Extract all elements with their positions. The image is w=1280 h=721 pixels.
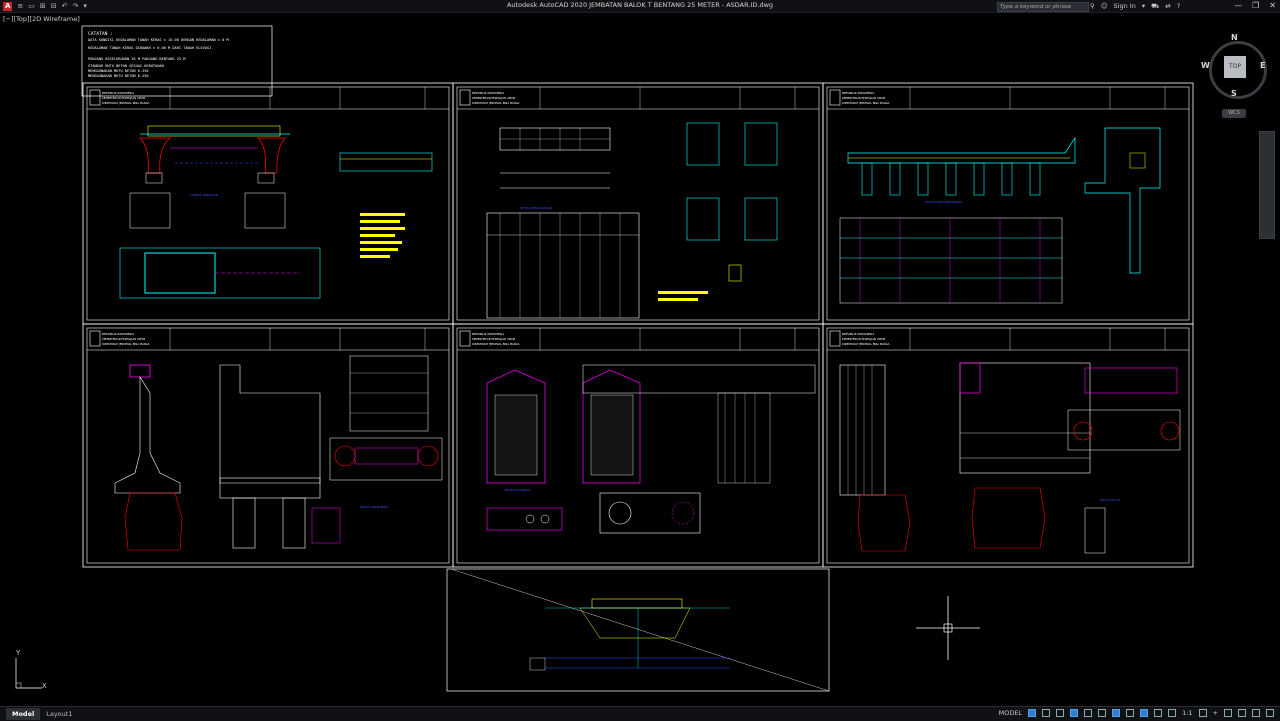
status-bar: Model Layout1 MODEL 1:1 + bbox=[0, 706, 1280, 721]
isolate-objects-icon[interactable] bbox=[1224, 709, 1232, 717]
exchange-icon[interactable]: ⇄ bbox=[1165, 2, 1170, 10]
drawing-caption: DETAIL ABUTMENT bbox=[360, 505, 388, 509]
ucs-x-label: X bbox=[42, 682, 47, 690]
drawing-caption: DETAIL PILAR bbox=[1100, 498, 1120, 502]
help-icon[interactable]: ? bbox=[1177, 2, 1180, 10]
ucs-icon: Y X bbox=[15, 649, 47, 690]
binoculars-icon[interactable]: ⚲ bbox=[1090, 2, 1095, 10]
sheet-org: REPUBLIK INDONESIA bbox=[472, 332, 505, 336]
sheet-org: REPUBLIK INDONESIA bbox=[842, 91, 875, 95]
sheet-org: DIREKTORAT JENDERAL BINA MARGA bbox=[842, 342, 890, 346]
notes-line: DATA KONDISI KEDALAMAN TANAH KERAS ± 10.… bbox=[88, 38, 229, 42]
window-controls: — ❐ ✕ bbox=[1234, 0, 1276, 12]
sheet-org: KEMENTERIAN PEKERJAAN UMUM bbox=[472, 96, 515, 100]
customization-menu-icon[interactable] bbox=[1266, 709, 1274, 717]
drawing-sheet-2: REPUBLIK INDONESIA KEMENTERIAN PEKERJAAN… bbox=[452, 82, 824, 325]
object-snap-icon[interactable] bbox=[1112, 709, 1121, 717]
restore-button[interactable]: ❐ bbox=[1252, 0, 1259, 12]
transparency-icon[interactable] bbox=[1140, 709, 1149, 717]
notes-box: CATATAN : DATA KONDISI KEDALAMAN TANAH K… bbox=[81, 25, 273, 97]
sheet-org: KEMENTERIAN PEKERJAAN UMUM bbox=[842, 337, 885, 341]
notes-line: MENGGUNAKAN MUTU BETON K-250 bbox=[88, 74, 149, 78]
tab-model[interactable]: Model bbox=[6, 708, 41, 720]
cart-icon[interactable]: ⛟ bbox=[1151, 2, 1159, 11]
close-button[interactable]: ✕ bbox=[1269, 0, 1276, 12]
sheet-org: KEMENTERIAN PEKERJAAN UMUM bbox=[842, 96, 885, 100]
notes-line: KEDALAMAN TANAH KERAS DIBAWAH ± 0.00 M D… bbox=[88, 46, 211, 50]
drawing-caption: DETAIL PONDASI bbox=[505, 488, 530, 492]
sheet-org: DIREKTORAT JENDERAL BINA MARGA bbox=[472, 342, 520, 346]
sheet-org: KEMENTERIAN PEKERJAAN UMUM bbox=[472, 337, 515, 341]
compass-east[interactable]: E bbox=[1260, 61, 1265, 70]
sheet-org: DIREKTORAT JENDERAL BINA MARGA bbox=[102, 101, 150, 105]
drawing-sheet-3: REPUBLIK INDONESIA KEMENTERIAN PEKERJAAN… bbox=[822, 82, 1194, 325]
drawing-caption: TAMPAK JEMBATAN bbox=[189, 193, 218, 197]
sheet-org: REPUBLIK INDONESIA bbox=[472, 91, 505, 95]
model-space-toggle[interactable]: MODEL bbox=[999, 708, 1022, 718]
isodraft-icon[interactable] bbox=[1084, 709, 1093, 717]
notes-line: STANDAR MUTU BETON SESUAI KEBUTUHAN bbox=[88, 64, 164, 68]
sign-in-link[interactable]: Sign In bbox=[1114, 2, 1136, 10]
sheet-org: DIREKTORAT JENDERAL BINA MARGA bbox=[472, 101, 520, 105]
profile-sheet bbox=[446, 568, 830, 692]
plus-icon[interactable]: + bbox=[1213, 708, 1218, 718]
drawing-sheet-5: REPUBLIK INDONESIA KEMENTERIAN PEKERJAAN… bbox=[452, 323, 824, 568]
wcs-menu[interactable]: WCS bbox=[1222, 109, 1246, 118]
sheet-org: REPUBLIK INDONESIA bbox=[102, 91, 135, 95]
title-bar: A ≡ ▭ ⊞ ⊟ ↶ ↷ ▾ Autodesk AutoCAD 2020 JE… bbox=[0, 0, 1280, 13]
sheet-org: REPUBLIK INDONESIA bbox=[842, 332, 875, 336]
minimize-button[interactable]: — bbox=[1234, 0, 1242, 12]
notes-heading: CATATAN : bbox=[88, 31, 113, 37]
sheet-org: REPUBLIK INDONESIA bbox=[102, 332, 135, 336]
chevron-down-icon[interactable]: ▾ bbox=[1142, 2, 1145, 10]
tab-layout1[interactable]: Layout1 bbox=[40, 708, 78, 720]
ortho-icon[interactable] bbox=[1056, 709, 1065, 717]
sheet-org: DIREKTORAT JENDERAL BINA MARGA bbox=[102, 342, 150, 346]
sheet-org: KEMENTERIAN PEKERJAAN UMUM bbox=[102, 337, 145, 341]
crosshair-cursor bbox=[916, 596, 980, 660]
selection-cycling-icon[interactable] bbox=[1154, 709, 1163, 717]
drawing-sheet-1: REPUBLIK INDONESIA KEMENTERIAN PEKERJAAN… bbox=[82, 82, 454, 325]
notes-line: MENGGUNAKAN MUTU BETON K-350 bbox=[88, 69, 149, 73]
compass-south[interactable]: S bbox=[1231, 89, 1237, 98]
clean-screen-icon[interactable] bbox=[1252, 709, 1260, 717]
navigation-bar[interactable] bbox=[1259, 131, 1275, 239]
titlebar-tools: ⚲ ☺ Sign In ▾ ⛟ ⇄ ? bbox=[1090, 1, 1180, 11]
search-input[interactable]: Type a keyword or phrase bbox=[997, 2, 1089, 12]
annotation-scale[interactable]: 1:1 bbox=[1182, 708, 1192, 718]
sheet-org: DIREKTORAT JENDERAL BINA MARGA bbox=[842, 101, 890, 105]
compass-west[interactable]: W bbox=[1201, 61, 1210, 70]
compass-north[interactable]: N bbox=[1231, 33, 1238, 42]
drawing-sheet-6: REPUBLIK INDONESIA KEMENTERIAN PEKERJAAN… bbox=[822, 323, 1194, 568]
viewport-label[interactable]: [−][Top][2D Wireframe] bbox=[3, 15, 80, 23]
notes-line: PANJANG KESELURUHAN 26 M PANJANG BENTANG… bbox=[88, 57, 186, 61]
user-icon[interactable]: ☺ bbox=[1101, 2, 1108, 10]
ucs-y-label: Y bbox=[15, 649, 21, 657]
drawing-caption: POTONGAN MEMANJANG bbox=[925, 200, 963, 204]
drawing-caption: DETAIL PENULANGAN bbox=[520, 206, 552, 210]
annotation-visibility-icon[interactable] bbox=[1168, 709, 1177, 717]
grid-icon[interactable] bbox=[1028, 709, 1037, 717]
gear-icon[interactable] bbox=[1198, 709, 1207, 717]
object-snap-tracking-icon[interactable] bbox=[1098, 709, 1107, 717]
hardware-acceleration-icon[interactable] bbox=[1238, 709, 1246, 717]
viewcube[interactable]: TOP N S E W bbox=[1201, 33, 1269, 101]
status-toggles: MODEL 1:1 + bbox=[999, 708, 1274, 718]
drawing-sheet-4: REPUBLIK INDONESIA KEMENTERIAN PEKERJAAN… bbox=[82, 323, 454, 568]
lineweight-icon[interactable] bbox=[1126, 709, 1135, 717]
drawing-canvas[interactable]: CATATAN : DATA KONDISI KEDALAMAN TANAH K… bbox=[0, 13, 1280, 706]
polar-icon[interactable] bbox=[1070, 709, 1079, 717]
viewcube-top-face[interactable]: TOP bbox=[1224, 56, 1246, 78]
sheet-org: KEMENTERIAN PEKERJAAN UMUM bbox=[102, 96, 145, 100]
snap-icon[interactable] bbox=[1042, 709, 1051, 717]
layout-tabs: Model Layout1 bbox=[6, 708, 78, 720]
